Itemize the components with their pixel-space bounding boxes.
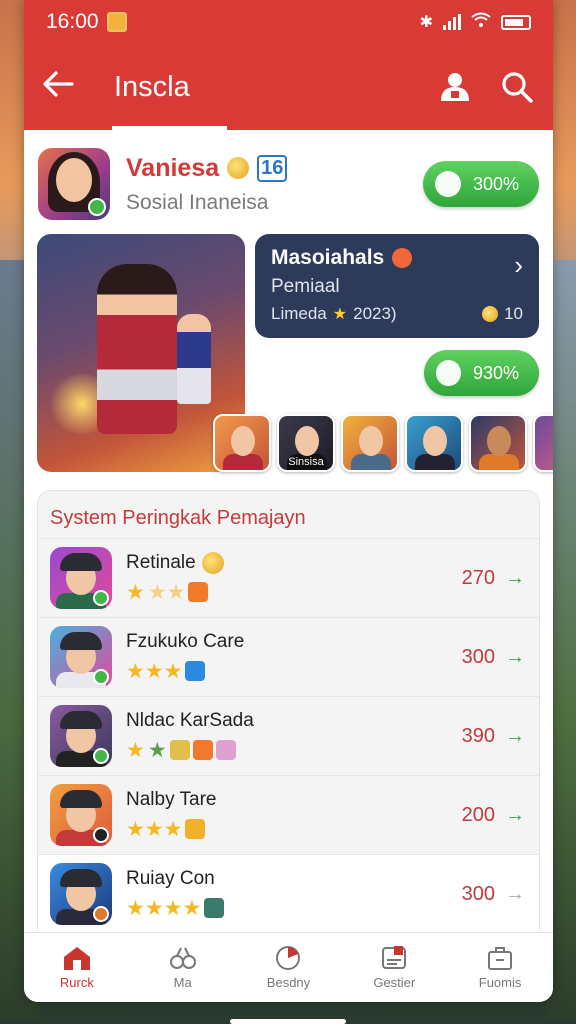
character-thumb[interactable] [213,414,271,472]
ranking-name: Nldac KarSada [126,709,254,731]
link-icon [168,945,198,971]
bluetooth-icon: ✱ [419,14,433,31]
status-time: 16:00 [46,10,99,33]
profile-subtitle: Sosial Inaneisa [126,190,269,214]
featured-year: 2023) [353,304,397,323]
progress-pill-button[interactable]: 300% [422,161,539,207]
progress-pill-value: 300% [472,173,519,194]
page-title: Inscla [114,70,190,103]
character-thumb[interactable] [533,414,553,472]
star-badge-icon: ★ [332,306,348,323]
nav-label: Besdny [266,975,311,990]
battery-icon [501,14,531,30]
avatar[interactable] [38,148,110,220]
avatar [50,705,112,767]
featured-section: Masoiahals Pemiaal Limeda ★ 2023) 10 › 9… [24,234,553,484]
chart-icon [273,945,303,971]
ranking-score: 300 [461,882,495,905]
heart-icon [436,360,461,386]
featured-meta: Limeda [271,304,327,323]
star-rating: ★★★ [126,580,425,605]
featured-count: 10 [504,304,523,323]
arrow-right-icon[interactable]: → [495,725,525,748]
ranking-name: Fzukuko Care [126,630,245,652]
wifi-icon [471,12,491,33]
nav-label: Rurck [59,975,94,990]
avatar [50,784,112,846]
moon-icon [434,171,461,197]
signal-icon [443,14,461,30]
character-thumb[interactable] [469,414,527,472]
ranking-name: Retinale [126,551,196,573]
bag-icon [485,945,515,971]
home-icon [62,945,92,971]
avatar [50,626,112,688]
star-rating: ★★★ [126,659,425,684]
character-thumb[interactable]: Sinsisa [277,414,335,472]
app-window: 16:00 ✱ Inscla Vaniesa 16 Sosial Inaneis… [24,0,553,1002]
character-thumb-label: Sinsisa [288,456,324,468]
like-pill-button[interactable]: 930% [424,350,539,396]
ranking-score: 390 [461,724,495,747]
coin-icon [201,551,224,574]
avatar [50,547,112,609]
tab-indicator [112,126,227,130]
arrow-right-icon[interactable]: → [495,883,525,906]
profile-header: Vaniesa 16 Sosial Inaneisa 300% [24,130,553,222]
ranking-title: System Peringkak Pemajayn [50,507,306,529]
avatar [50,863,112,925]
search-icon[interactable] [499,69,535,105]
featured-card[interactable]: Masoiahals Pemiaal Limeda ★ 2023) 10 › [255,234,539,338]
home-indicator[interactable] [230,1019,346,1024]
level-badge: 16 [257,154,288,182]
star-rating: ★★★ [126,817,425,842]
featured-subtitle: Pemiaal [271,276,340,297]
character-thumb[interactable] [341,414,399,472]
nav-item-card[interactable]: Gestier [341,933,447,1002]
nav-item-home[interactable]: Rurck [24,933,130,1002]
ranking-panel: System Peringkak Pemajayn Retinale ★ ★★ 2… [37,490,540,933]
app-bar: Inscla [24,44,553,130]
profile-lock-icon[interactable] [437,69,473,105]
chevron-right-icon[interactable]: › [514,250,523,281]
ranking-row[interactable]: Fzukuko Care ★★★ 300 → [38,617,539,696]
nav-label: Fuomis [478,975,522,990]
arrow-right-icon[interactable]: → [495,646,525,669]
back-arrow-icon[interactable] [42,68,98,107]
ranking-name: Nalby Tare [126,788,217,810]
bottom-nav: Rurck Ma Besdny Gestier Fuomis [24,932,553,1002]
character-strip: Sinsisa [213,414,553,472]
ranking-score: 300 [461,645,495,668]
card-icon [379,945,409,971]
ranking-row[interactable]: Ruiay Con ★★★★ 300 → [38,854,539,933]
emoji-icon [392,248,413,268]
ranking-row[interactable]: Retinale ★ ★★ 270 → [38,538,539,617]
ranking-name: Ruiay Con [126,867,215,889]
nav-item-chart[interactable]: Besdny [236,933,342,1002]
ranking-score: 200 [461,803,495,826]
ranking-row[interactable]: Nalby Tare ★★★ 200 → [38,775,539,854]
star-rating: ★ ★ [126,738,425,763]
nav-item-link[interactable]: Ma [130,933,236,1002]
coin-icon [227,157,250,179]
ranking-score: 270 [461,566,495,589]
coin-icon [482,306,499,322]
profile-name: Vaniesa [126,153,220,182]
nav-label: Gestier [373,975,416,990]
arrow-right-icon[interactable]: → [495,567,525,590]
notification-icon [106,12,127,32]
ranking-row[interactable]: Nldac KarSada ★ ★ 390 → [38,696,539,775]
star-rating: ★★★★ [126,896,425,921]
nav-item-bag[interactable]: Fuomis [447,933,553,1002]
featured-title: Masoiahals [271,246,385,269]
nav-label: Ma [173,975,192,990]
status-bar: 16:00 ✱ [24,0,553,44]
like-pill-value: 930% [472,362,519,383]
verified-icon [88,198,106,216]
character-thumb[interactable] [405,414,463,472]
arrow-right-icon[interactable]: → [495,804,525,827]
